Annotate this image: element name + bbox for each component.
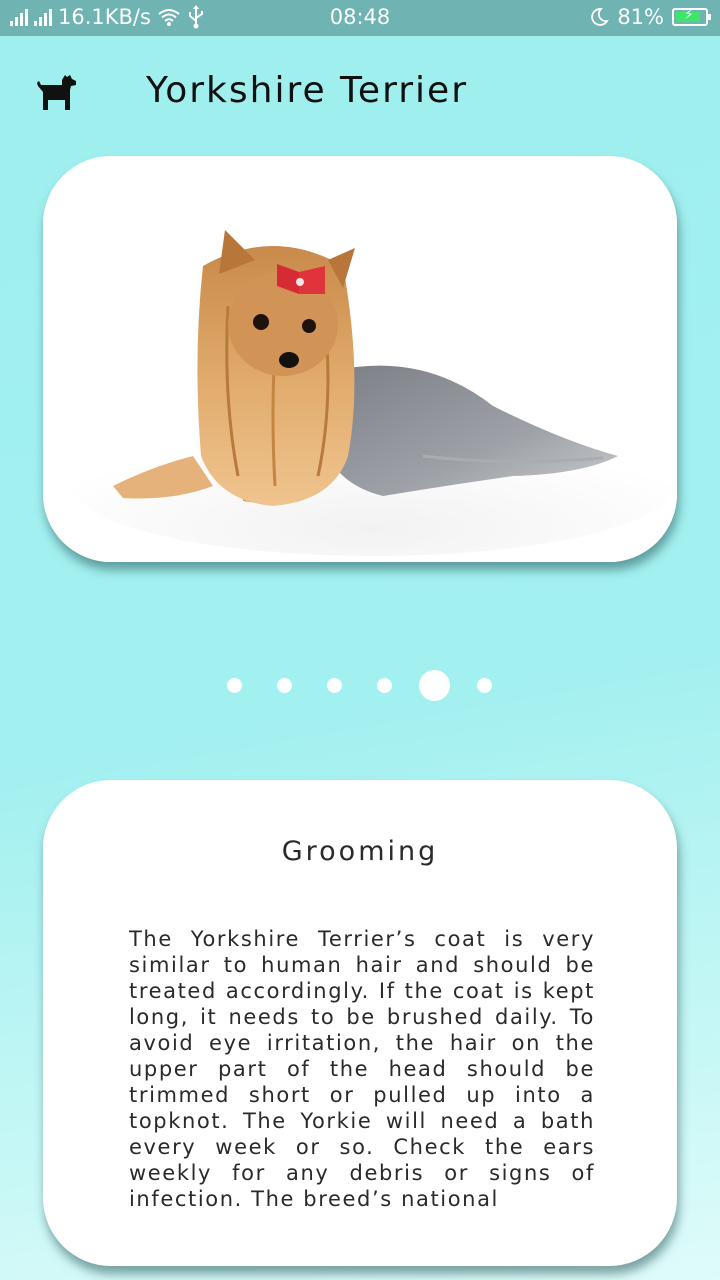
section-body: The Yorkshire Terrier’s coat is very sim…	[129, 927, 595, 1211]
carousel-dot[interactable]	[477, 678, 492, 693]
page-title: Yorkshire Terrier	[146, 70, 468, 111]
battery-charging-icon: ⚡	[672, 7, 711, 26]
dog-icon	[37, 75, 76, 110]
battery-percent: 81%	[617, 5, 664, 29]
carousel-dot[interactable]	[227, 678, 242, 693]
info-card[interactable]: Grooming The Yorkshire Terrier’s coat is…	[43, 780, 677, 1266]
carousel-dot-active[interactable]	[419, 670, 450, 701]
carousel-dot[interactable]	[327, 678, 342, 693]
carousel-indicator	[0, 668, 720, 702]
carousel-dot[interactable]	[277, 678, 292, 693]
status-right: 81% ⚡	[589, 5, 711, 29]
section-heading: Grooming	[281, 836, 439, 867]
dog-photo	[43, 156, 677, 562]
moon-icon	[591, 8, 610, 26]
carousel-dot[interactable]	[377, 678, 392, 693]
status-bar: 16.1KB/s 08:48 81% ⚡	[0, 0, 720, 36]
app-header: Yorkshire Terrier	[0, 60, 720, 130]
breed-photo-card[interactable]	[43, 156, 677, 562]
